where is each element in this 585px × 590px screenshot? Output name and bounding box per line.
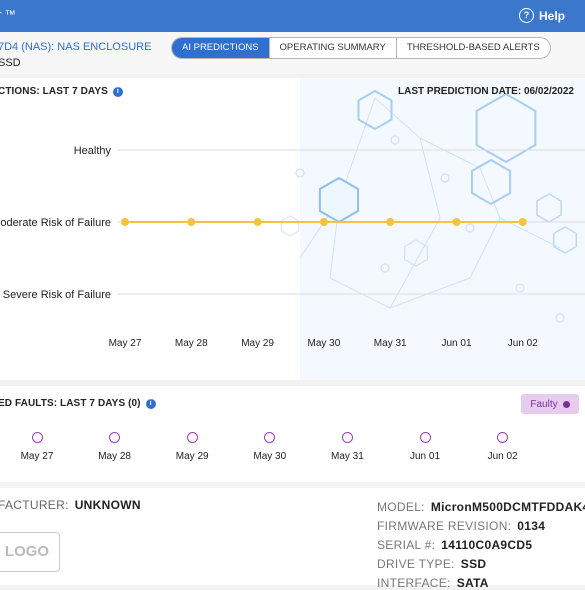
model-label: MODEL: xyxy=(377,500,425,514)
serial-label: SERIAL #: xyxy=(377,538,436,552)
faulty-legend-badge: Faulty xyxy=(521,394,579,414)
fault-day: May 27 xyxy=(2,432,72,462)
fault-day-label: Jun 02 xyxy=(487,451,518,462)
fault-marker-icon[interactable] xyxy=(109,432,121,443)
manufacturer-label: FACTURER: xyxy=(0,498,69,512)
predictions-panel: Healthy oderate Risk of Failure Severe Ris… xyxy=(0,78,585,380)
fault-day: Jun 01 xyxy=(390,432,460,462)
fault-day-label: May 30 xyxy=(253,451,287,462)
manufacturer-value: UNKNOWN xyxy=(74,498,141,512)
x-tick-label: Jun 02 xyxy=(508,338,538,349)
fault-marker-icon[interactable] xyxy=(497,432,509,443)
fault-day-label: May 29 xyxy=(175,451,209,462)
prediction-point[interactable] xyxy=(452,218,461,226)
help-label: Help xyxy=(538,8,565,23)
faults-title-text: ED FAULTS: LAST 7 DAYS (0) xyxy=(0,398,141,409)
fault-day: May 30 xyxy=(235,432,305,462)
x-tick-label: May 27 xyxy=(109,338,142,349)
info-icon[interactable]: i xyxy=(112,87,123,97)
device-name: 7D4 (NAS): NAS ENCLOSURE xyxy=(0,41,152,53)
predictions-title-text: CTIONS: LAST 7 DAYS xyxy=(0,86,108,97)
drive-type-value: SSD xyxy=(460,557,487,571)
fault-day: May 28 xyxy=(80,432,150,462)
app-brand: r ™ xyxy=(0,9,16,21)
interface-value: SATA xyxy=(456,576,489,590)
help-circle-icon: ? xyxy=(518,8,534,23)
y-level-label: Severe Risk of Failure xyxy=(3,289,111,301)
hexagon-shape xyxy=(318,176,360,224)
y-level-label: oderate Risk of Failure xyxy=(0,217,111,229)
x-tick-label: Jun 01 xyxy=(441,338,471,349)
last-prediction-date: LAST PREDICTION DATE: 06/02/2022 xyxy=(398,86,574,97)
tab-threshold-alerts[interactable]: THRESHOLD-BASED ALERTS xyxy=(397,38,550,58)
prediction-chart: Healthy oderate Risk of Failure Severe Ris… xyxy=(0,78,585,380)
drive-info-panel: FACTURER: UNKNOWN LOGO MODEL: MicronM500DC… xyxy=(0,488,585,590)
manufacturer-logo: LOGO xyxy=(0,532,60,572)
firmware-label: FIRMWARE REVISION: xyxy=(377,519,512,533)
fault-marker-icon[interactable] xyxy=(419,432,431,443)
help-button[interactable]: ? Help xyxy=(518,8,565,23)
drive-type-label: DRIVE TYPE: xyxy=(377,557,455,571)
prediction-point[interactable] xyxy=(319,218,328,226)
x-tick-label: May 29 xyxy=(241,338,274,349)
drive-type: DRIVE TYPE: SSD xyxy=(377,557,486,571)
prediction-point[interactable] xyxy=(187,218,196,226)
fault-day: May 31 xyxy=(312,432,382,462)
manufacturer: FACTURER: UNKNOWN xyxy=(0,498,141,512)
fault-marker-icon[interactable] xyxy=(31,432,43,443)
y-level-label: Healthy xyxy=(74,145,112,157)
x-tick-label: May 31 xyxy=(374,338,407,349)
decor-backdrop xyxy=(300,78,585,380)
fault-day-label: May 27 xyxy=(20,451,54,462)
x-tick-label: May 28 xyxy=(175,338,208,349)
faulty-label: Faulty xyxy=(530,398,558,410)
model-value: MicronM500DCMTFDDAK4 xyxy=(430,500,585,514)
serial-value: 14110C0A9CD5 xyxy=(441,538,533,552)
device-drive-type: SSD xyxy=(0,57,21,69)
tab-operating-summary[interactable]: OPERATING SUMMARY xyxy=(270,38,397,58)
faults-title: ED FAULTS: LAST 7 DAYS (0) i xyxy=(0,398,156,409)
fault-day-label: Jun 01 xyxy=(409,451,441,462)
top-bar: r ™ ? Help xyxy=(0,0,585,32)
prediction-point[interactable] xyxy=(121,218,129,226)
model: MODEL: MicronM500DCMTFDDAK4 xyxy=(377,500,585,514)
interface: INTERFACE: SATA xyxy=(377,576,489,590)
firmware-value: 0134 xyxy=(517,519,546,533)
info-icon[interactable]: i xyxy=(145,399,156,409)
serial: SERIAL #: 14110C0A9CD5 xyxy=(377,538,532,552)
faults-panel: ED FAULTS: LAST 7 DAYS (0) i Faulty May 2… xyxy=(0,386,585,482)
fault-day-label: May 31 xyxy=(330,451,364,462)
tab-ai-predictions[interactable]: AI PREDICTIONS xyxy=(172,38,270,58)
prediction-point[interactable] xyxy=(518,218,527,226)
x-tick-label: May 30 xyxy=(308,338,341,349)
firmware: FIRMWARE REVISION: 0134 xyxy=(377,519,545,533)
fault-marker-icon[interactable] xyxy=(186,432,198,443)
fault-marker-icon[interactable] xyxy=(264,432,276,443)
view-tabs: AI PREDICTIONS OPERATING SUMMARY THRESHO… xyxy=(171,37,551,59)
hexagon-shape xyxy=(280,215,300,237)
fault-day: Jun 02 xyxy=(468,432,538,462)
predictions-title: CTIONS: LAST 7 DAYS i xyxy=(0,86,123,97)
fault-day-label: May 28 xyxy=(98,451,131,462)
prediction-point[interactable] xyxy=(253,218,262,226)
prediction-point[interactable] xyxy=(386,218,395,226)
fault-marker-icon[interactable] xyxy=(341,432,353,443)
interface-label: INTERFACE: xyxy=(377,576,451,590)
hexagon-background-decoration xyxy=(280,78,585,380)
faulty-dot-icon xyxy=(562,400,570,408)
fault-day: May 29 xyxy=(157,432,227,462)
